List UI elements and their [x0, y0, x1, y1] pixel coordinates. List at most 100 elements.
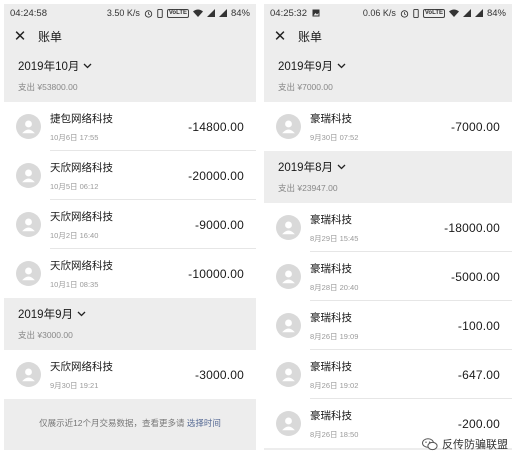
transaction-time: 8月26日 19:02 [310, 380, 359, 390]
signal-icon [206, 9, 215, 17]
transaction-item[interactable]: 豪瑞科技 8月29日 15:45 -18000.00 [264, 203, 512, 252]
image-icon [312, 9, 320, 17]
transaction-amount: -10000.00 [188, 266, 244, 281]
watermark-text: 反传防骗联盟 [442, 439, 508, 451]
select-time-link[interactable]: 选择时间 [187, 418, 221, 428]
month-header[interactable]: 2019年9月 支出 ¥3000.00 [4, 298, 256, 350]
status-bar: 04:25:32 0.06 K/s VoLTE 84% [264, 4, 512, 22]
transaction-time: 9月30日 07:52 [310, 132, 359, 142]
chevron-down-icon [337, 164, 346, 170]
volte-badge: VoLTE [166, 8, 189, 18]
month-title: 2019年9月 [18, 309, 73, 321]
month-header[interactable]: 2019年8月 支出 ¥23947.00 [264, 151, 512, 203]
volte-badge: VoLTE [422, 8, 445, 18]
bill-screen-right: 04:25:32 0.06 K/s VoLTE 84% ✕ 账单 2019年9月… [264, 4, 512, 450]
page-title: 账单 [298, 29, 323, 44]
transaction-amount: -18000.00 [444, 220, 500, 235]
transaction-amount: -200.00 [457, 416, 500, 431]
footer-note: 仅展示近12个月交易数据，查看更多请 选择时间 [4, 399, 256, 441]
default-avatar-icon [276, 411, 301, 436]
merchant-name: 豪瑞科技 [310, 262, 352, 275]
merchant-name: 豪瑞科技 [310, 311, 352, 324]
transaction-time: 9月30日 19:21 [50, 380, 99, 390]
transaction-amount: -100.00 [457, 318, 500, 333]
status-time: 04:25:32 [270, 7, 307, 19]
alarm-icon [144, 9, 153, 18]
default-avatar-icon [16, 212, 41, 237]
nav-bar: ✕ 账单 [4, 22, 256, 50]
month-title: 2019年8月 [278, 162, 333, 174]
alarm-icon [400, 9, 409, 18]
chevron-down-icon [83, 63, 92, 69]
battery-level: 84% [230, 7, 250, 19]
transaction-time: 8月28日 20:40 [310, 282, 359, 292]
bill-screen-left: 04:24:58 3.50 K/s VoLTE 84% ✕ 账单 2019年10… [4, 4, 256, 450]
chevron-down-icon [77, 311, 86, 317]
phone-icon [157, 8, 163, 18]
transaction-item[interactable]: 捷包网络科技 10月6日 17:55 -14800.00 [4, 102, 256, 151]
merchant-name: 豪瑞科技 [310, 112, 352, 125]
merchant-name: 豪瑞科技 [310, 409, 352, 422]
status-bar: 04:24:58 3.50 K/s VoLTE 84% [4, 4, 256, 22]
close-icon[interactable]: ✕ [12, 29, 28, 44]
transaction-item[interactable]: 天欣网络科技 10月2日 16:40 -9000.00 [4, 200, 256, 249]
transaction-item[interactable]: 豪瑞科技 9月30日 07:52 -7000.00 [264, 102, 512, 151]
merchant-name: 捷包网络科技 [50, 112, 113, 125]
transaction-amount: -7000.00 [451, 119, 500, 134]
default-avatar-icon [16, 362, 41, 387]
network-speed: 3.50 K/s [106, 8, 140, 18]
merchant-name: 天欣网络科技 [50, 210, 113, 223]
month-header[interactable]: 2019年9月 支出 ¥7000.00 [264, 50, 512, 102]
transaction-time: 8月29日 15:45 [310, 233, 359, 243]
default-avatar-icon [16, 261, 41, 286]
default-avatar-icon [276, 264, 301, 289]
default-avatar-icon [276, 114, 301, 139]
transaction-item[interactable]: 豪瑞科技 8月28日 20:40 -5000.00 [264, 252, 512, 301]
merchant-name: 天欣网络科技 [50, 360, 113, 373]
month-spent: 支出 ¥7000.00 [278, 82, 333, 92]
transaction-amount: -14800.00 [188, 119, 244, 134]
month-title: 2019年9月 [278, 61, 333, 73]
transaction-item[interactable]: 天欣网络科技 9月30日 19:21 -3000.00 [4, 350, 256, 399]
default-avatar-icon [276, 313, 301, 338]
transaction-amount: -5000.00 [451, 269, 500, 284]
battery-level: 84% [486, 7, 506, 19]
signal-icon [218, 9, 227, 17]
transaction-item[interactable]: 豪瑞科技 8月26日 19:02 -647.00 [264, 350, 512, 399]
default-avatar-icon [16, 163, 41, 188]
close-icon[interactable]: ✕ [272, 29, 288, 44]
wifi-icon [448, 9, 459, 17]
watermark: 反传防骗联盟 [422, 436, 508, 452]
transaction-amount: -3000.00 [195, 367, 244, 382]
default-avatar-icon [276, 362, 301, 387]
signal-icon [462, 9, 471, 17]
merchant-name: 天欣网络科技 [50, 259, 113, 272]
month-spent: 支出 ¥53800.00 [18, 82, 78, 92]
transaction-amount: -20000.00 [188, 168, 244, 183]
network-speed: 0.06 K/s [362, 8, 396, 18]
wechat-icon [422, 437, 438, 451]
default-avatar-icon [276, 215, 301, 240]
transaction-amount: -647.00 [457, 367, 500, 382]
page-title: 账单 [38, 29, 63, 44]
transaction-item[interactable]: 豪瑞科技 8月26日 19:09 -100.00 [264, 301, 512, 350]
merchant-name: 天欣网络科技 [50, 161, 113, 174]
month-header[interactable]: 2019年10月 支出 ¥53800.00 [4, 50, 256, 102]
phone-icon [413, 8, 419, 18]
status-time: 04:24:58 [10, 7, 47, 19]
month-title: 2019年10月 [18, 61, 80, 73]
transaction-item[interactable]: 天欣网络科技 10月5日 06:12 -20000.00 [4, 151, 256, 200]
transaction-time: 10月2日 16:40 [50, 230, 99, 240]
merchant-name: 豪瑞科技 [310, 360, 352, 373]
transaction-time: 10月1日 08:35 [50, 279, 99, 289]
nav-bar: ✕ 账单 [264, 22, 512, 50]
transaction-item[interactable]: 天欣网络科技 10月1日 08:35 -10000.00 [4, 249, 256, 298]
footer-text: 仅展示近12个月交易数据，查看更多请 [39, 418, 187, 428]
month-spent: 支出 ¥23947.00 [278, 183, 338, 193]
signal-icon [474, 9, 483, 17]
transaction-time: 10月6日 17:55 [50, 132, 99, 142]
transaction-amount: -9000.00 [195, 217, 244, 232]
wifi-icon [192, 9, 203, 17]
chevron-down-icon [337, 63, 346, 69]
transaction-time: 8月26日 19:09 [310, 331, 359, 341]
